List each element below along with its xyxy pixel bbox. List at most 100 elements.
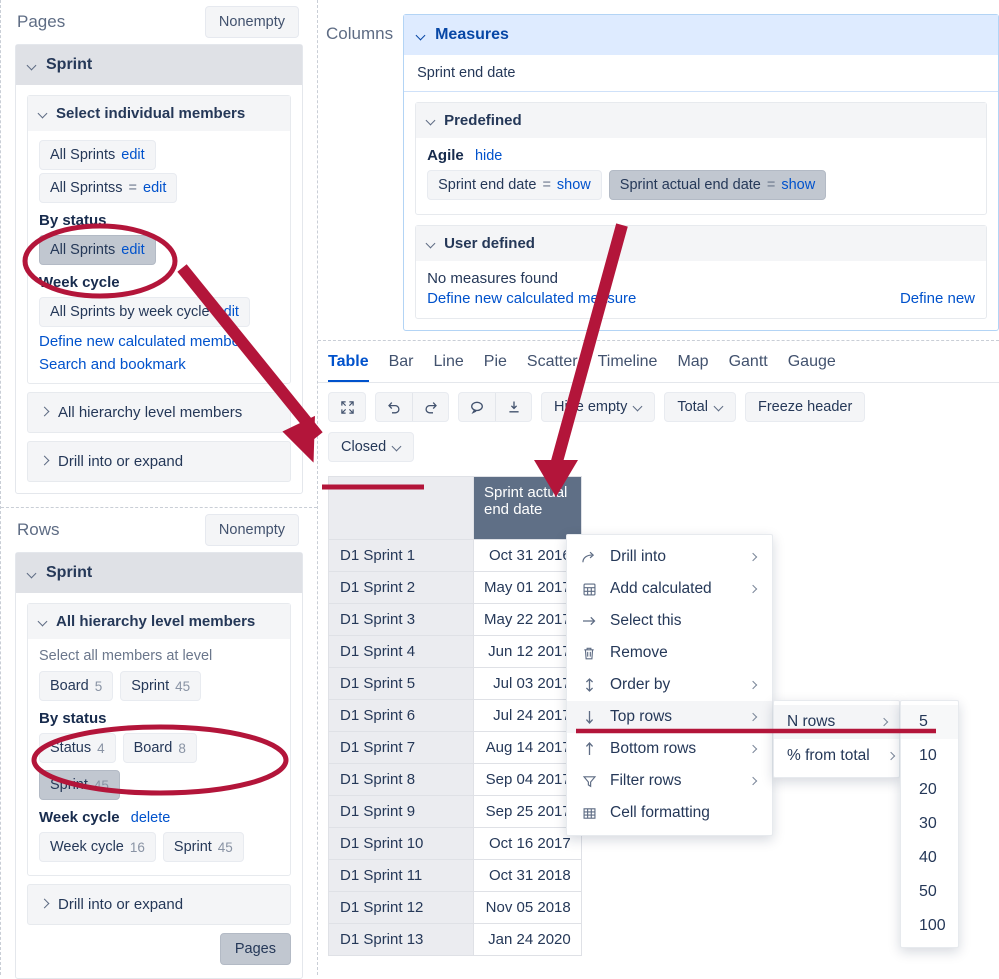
row-header[interactable]: D1 Sprint 3 [328,603,474,636]
search-and-bookmark-link[interactable]: Search and bookmark [39,356,279,373]
tab-scatter[interactable]: Scatter [527,353,578,382]
row-header[interactable]: D1 Sprint 13 [328,923,474,956]
menu-item-filter-rows[interactable]: Filter rows [567,765,772,797]
row-header[interactable]: D1 Sprint 11 [328,859,474,892]
submenu-item-n-rows[interactable]: N rows [774,705,899,739]
select-individual-members-header[interactable]: Select individual members [28,96,290,131]
n-rows-option-100[interactable]: 100 [901,909,958,943]
n-rows-option-40[interactable]: 40 [901,841,958,875]
rows-sprint-dimension-header[interactable]: Sprint [16,553,302,593]
pages-nonempty-button[interactable]: Nonempty [204,6,299,38]
week-cycle-delete-link[interactable]: delete [131,810,171,826]
expand-icon[interactable] [329,393,365,421]
menu-item-label: Remove [610,644,668,661]
table-measure-header[interactable]: Sprint actual end date [473,476,582,540]
menu-item-add-calculated[interactable]: Add calculated [567,573,772,605]
submenu-item-percent-from-total[interactable]: % from total [774,739,899,773]
pages-button[interactable]: Pages [219,933,291,965]
chip-all-sprints[interactable]: All Sprints edit [39,140,156,170]
no-measures-found-text: No measures found [427,270,558,287]
n-rows-option-5[interactable]: 5 [901,705,958,739]
download-icon[interactable] [495,393,531,421]
define-new-calculated-measure-link[interactable]: Define new calculated measure [427,290,636,307]
redo-icon[interactable] [412,393,448,421]
menu-item-select-this[interactable]: Select this [567,605,772,637]
row-header[interactable]: D1 Sprint 12 [328,891,474,924]
chip-label: All Sprintss [50,180,123,196]
tab-line[interactable]: Line [434,353,464,382]
tab-gauge[interactable]: Gauge [788,353,836,382]
n-rows-option-20[interactable]: 20 [901,773,958,807]
row-header[interactable]: D1 Sprint 4 [328,635,474,668]
row-value[interactable]: Nov 05 2018 [473,891,582,924]
all-hierarchy-level-members-header[interactable]: All hierarchy level members [28,604,290,639]
chip-week-cycle[interactable]: Week cycle 16 [39,832,156,862]
chevron-down-icon [634,403,642,411]
row-value[interactable]: Jan 24 2020 [473,923,582,956]
rows-nonempty-button[interactable]: Nonempty [204,514,299,546]
total-dropdown[interactable]: Total [664,392,736,422]
closed-filter-dropdown[interactable]: Closed [328,432,415,462]
chip-status[interactable]: Status 4 [39,733,116,763]
n-rows-option-10[interactable]: 10 [901,739,958,773]
tab-pie[interactable]: Pie [484,353,507,382]
chip-all-sprints-by-status-selected[interactable]: All Sprints edit [39,235,156,265]
menu-item-remove[interactable]: Remove [567,637,772,669]
row-header[interactable]: D1 Sprint 9 [328,795,474,828]
comment-icon[interactable] [459,393,495,421]
chip-all-sprintss[interactable]: All Sprintss = edit [39,173,178,203]
row-header[interactable]: D1 Sprint 8 [328,763,474,796]
chip-edit-link[interactable]: edit [121,242,144,258]
hide-empty-dropdown[interactable]: Hide empty [541,392,656,422]
chip-sprint-actual-end-date-selected[interactable]: Sprint actual end date = show [608,170,827,200]
menu-item-order-by[interactable]: Order by [567,669,772,701]
chip-edit-link[interactable]: edit [216,304,239,320]
tab-gantt[interactable]: Gantt [729,353,768,382]
n-rows-option-30[interactable]: 30 [901,807,958,841]
define-new-calculated-member-link[interactable]: Define new calculated member [39,333,279,350]
hide-empty-label: Hide empty [554,399,628,415]
rows-drill-into-or-expand-collapsed[interactable]: Drill into or expand [27,884,291,925]
menu-item-drill-into[interactable]: Drill into [567,541,772,573]
arrow-down-icon [580,708,598,726]
tab-timeline[interactable]: Timeline [598,353,658,382]
tab-bar[interactable]: Bar [389,353,414,382]
define-new-link-right[interactable]: Define new [900,290,975,307]
chip-level-board[interactable]: Board 5 [39,671,114,701]
chip-edit-link[interactable]: edit [143,180,166,196]
chip-sprint-selected[interactable]: Sprint 45 [39,770,120,800]
chip-sprint-end-date[interactable]: Sprint end date = show [427,170,602,200]
filter-chip-row: Closed [318,422,999,462]
n-rows-option-50[interactable]: 50 [901,875,958,909]
row-header[interactable]: D1 Sprint 6 [328,699,474,732]
row-header[interactable]: D1 Sprint 2 [328,571,474,604]
menu-item-label: Order by [610,676,671,693]
chip-show-link[interactable]: show [557,177,591,193]
pages-sprint-dimension-header[interactable]: Sprint [16,45,302,85]
predefined-group-header[interactable]: Predefined [416,103,986,138]
chip-board[interactable]: Board 8 [122,733,197,763]
pages-drill-into-or-expand-collapsed[interactable]: Drill into or expand [27,441,291,482]
user-defined-group-header[interactable]: User defined [416,226,986,261]
chip-week-cycle-sprint[interactable]: Sprint 45 [162,832,244,862]
freeze-header-button[interactable]: Freeze header [744,392,866,422]
chip-all-sprints-by-week-cycle[interactable]: All Sprints by week cycle edit [39,297,250,327]
agile-hide-link[interactable]: hide [475,148,502,164]
menu-item-cell-formatting[interactable]: Cell formatting [567,797,772,829]
chip-show-link[interactable]: show [781,177,815,193]
pages-all-hierarchy-level-members-collapsed[interactable]: All hierarchy level members [27,392,291,433]
tab-map[interactable]: Map [677,353,708,382]
row-header[interactable]: D1 Sprint 1 [328,539,474,572]
measures-header[interactable]: Measures [404,15,998,55]
tab-table[interactable]: Table [328,353,369,382]
select-all-members-caption: Select all members at level [39,648,213,664]
row-header[interactable]: D1 Sprint 10 [328,827,474,860]
row-value[interactable]: Oct 31 2018 [473,859,582,892]
menu-item-bottom-rows[interactable]: Bottom rows [567,733,772,765]
chip-edit-link[interactable]: edit [121,147,144,163]
menu-item-top-rows[interactable]: Top rows [567,701,772,733]
row-header[interactable]: D1 Sprint 5 [328,667,474,700]
row-header[interactable]: D1 Sprint 7 [328,731,474,764]
undo-icon[interactable] [376,393,412,421]
chip-level-sprint[interactable]: Sprint 45 [120,671,202,701]
